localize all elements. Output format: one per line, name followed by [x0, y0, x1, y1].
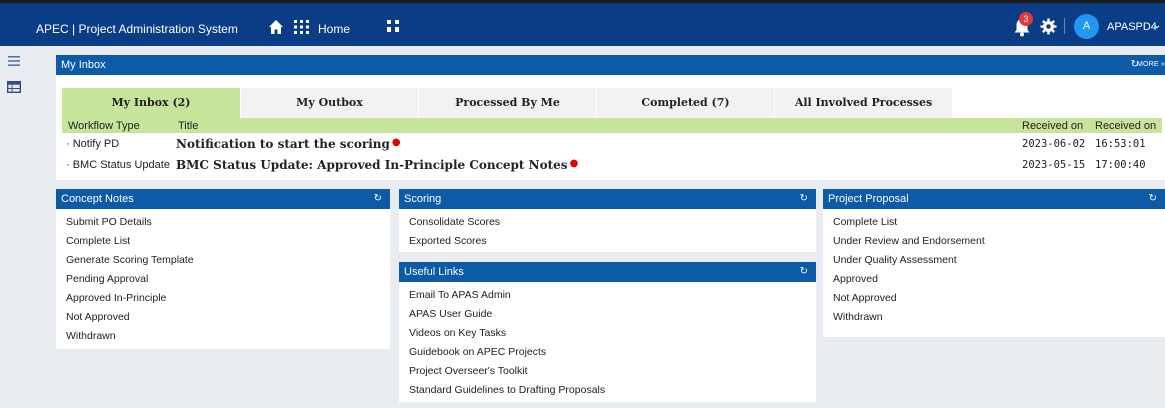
top-navigation-bar: APEC | Project Administration System Hom… [0, 0, 1165, 46]
column-workflow-type[interactable]: Workflow Type [62, 118, 172, 133]
menu-icon[interactable] [8, 56, 20, 66]
project-proposal-header: Project Proposal ↻ [823, 189, 1165, 209]
inbox-table: Workflow Type Title Received on Received… [62, 118, 1162, 175]
sidebar [0, 46, 46, 408]
tab-processed-by-me[interactable]: Processed By Me [418, 88, 596, 118]
column-received-date[interactable]: Received on [1016, 118, 1089, 133]
received-time: 17:00:40 [1095, 158, 1146, 171]
concept-notes-link[interactable]: Withdrawn [66, 327, 390, 346]
project-proposal-link[interactable]: Complete List [833, 213, 1165, 232]
table-row[interactable]: · Notify PD Notification to start the sc… [62, 133, 1162, 154]
project-proposal-link[interactable]: Approved [833, 270, 1165, 289]
scoring-link[interactable]: Exported Scores [409, 232, 816, 251]
received-time: 16:53:01 [1095, 137, 1146, 150]
more-link[interactable]: MORE » [1137, 55, 1165, 75]
concept-notes-panel: Concept Notes ↻ Submit PO Details Comple… [56, 189, 390, 349]
useful-link[interactable]: APAS User Guide [409, 305, 816, 324]
inbox-panel: My Inbox ↻ MORE » My Inbox (2) My Outbox… [56, 55, 1165, 180]
tab-my-outbox[interactable]: My Outbox [240, 88, 418, 118]
workflow-type: · Notify PD [66, 137, 120, 150]
task-title[interactable]: Notification to start the scoring ● [172, 133, 1016, 154]
useful-link[interactable]: Project Overseer's Toolkit [409, 362, 816, 381]
tab-my-inbox[interactable]: My Inbox (2) [62, 88, 240, 118]
user-menu-name[interactable]: APASPD4 [1107, 21, 1157, 33]
useful-link[interactable]: Guidebook on APEC Projects [409, 343, 816, 362]
avatar[interactable]: A [1074, 14, 1099, 39]
inbox-header: My Inbox ↻ MORE » [56, 55, 1165, 75]
useful-link[interactable]: Videos on Key Tasks [409, 324, 816, 343]
project-proposal-title: Project Proposal [828, 193, 909, 205]
received-date: 2023-06-02 [1022, 137, 1086, 150]
concept-notes-link[interactable]: Pending Approval [66, 270, 390, 289]
concept-notes-link[interactable]: Submit PO Details [66, 213, 390, 232]
useful-link[interactable]: Standard Guidelines to Drafting Proposal… [409, 381, 816, 400]
concept-notes-link[interactable]: Generate Scoring Template [66, 251, 390, 270]
refresh-icon[interactable]: ↻ [1149, 189, 1157, 209]
useful-link[interactable]: Email To APAS Admin [409, 286, 816, 305]
project-proposal-link[interactable]: Withdrawn [833, 308, 1165, 327]
chevron-down-icon[interactable]: ⌄ [1153, 20, 1161, 31]
list-icon[interactable] [7, 81, 21, 93]
concept-notes-header: Concept Notes ↻ [56, 189, 390, 209]
required-marker: ● [569, 157, 579, 169]
refresh-icon[interactable]: ↻ [374, 189, 382, 209]
home-link[interactable]: Home [318, 22, 350, 36]
scoring-title: Scoring [404, 193, 442, 205]
header-divider [1064, 18, 1065, 34]
project-proposal-link[interactable]: Not Approved [833, 289, 1165, 308]
useful-links-title: Useful Links [404, 266, 464, 278]
column-title[interactable]: Title [172, 118, 1016, 133]
table-row[interactable]: · BMC Status Update BMC Status Update: A… [62, 154, 1162, 175]
tab-completed[interactable]: Completed (7) [596, 88, 774, 118]
concept-notes-link[interactable]: Complete List [66, 232, 390, 251]
tab-all-involved-processes[interactable]: All Involved Processes [774, 88, 952, 118]
workflow-type: · BMC Status Update [66, 158, 170, 171]
column-received-time[interactable]: Received on [1089, 118, 1162, 133]
useful-links-header: Useful Links ↻ [399, 262, 816, 282]
app-title[interactable]: APEC | Project Administration System [36, 22, 238, 36]
project-proposal-panel: Project Proposal ↻ Complete List Under R… [823, 189, 1165, 337]
project-proposal-link[interactable]: Under Quality Assessment [833, 251, 1165, 270]
apps-grid-icon[interactable] [294, 20, 309, 34]
inbox-tabs: My Inbox (2) My Outbox Processed By Me C… [62, 88, 952, 118]
inbox-title: My Inbox [61, 59, 106, 71]
project-proposal-link[interactable]: Under Review and Endorsement [833, 232, 1165, 251]
task-title[interactable]: BMC Status Update: Approved In-Principle… [172, 154, 1016, 175]
scoring-panel: Scoring ↻ Consolidate Scores Exported Sc… [399, 189, 816, 252]
notification-badge: 3 [1019, 12, 1033, 26]
useful-links-panel: Useful Links ↻ Email To APAS Admin APAS … [399, 262, 816, 402]
required-marker: ● [391, 136, 401, 148]
concept-notes-link[interactable]: Not Approved [66, 308, 390, 327]
org-chart-icon[interactable] [386, 19, 400, 33]
home-icon[interactable] [268, 19, 284, 35]
concept-notes-title: Concept Notes [61, 193, 134, 205]
refresh-icon[interactable]: ↻ [800, 189, 808, 209]
received-date: 2023-05-15 [1022, 158, 1086, 171]
concept-notes-link[interactable]: Approved In-Principle [66, 289, 390, 308]
refresh-icon[interactable]: ↻ [800, 262, 808, 282]
scoring-link[interactable]: Consolidate Scores [409, 213, 816, 232]
scoring-header: Scoring ↻ [399, 189, 816, 209]
gear-icon[interactable] [1040, 18, 1057, 35]
table-header-row: Workflow Type Title Received on Received… [62, 118, 1162, 133]
